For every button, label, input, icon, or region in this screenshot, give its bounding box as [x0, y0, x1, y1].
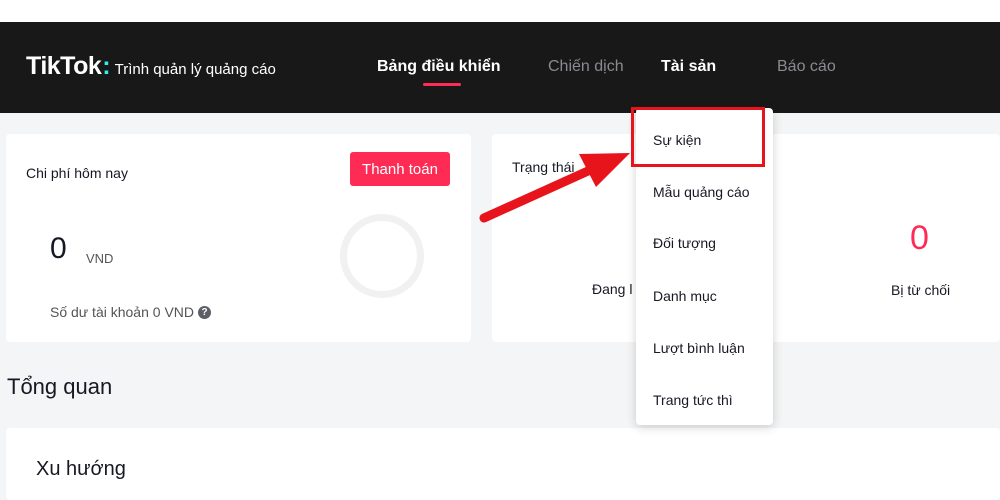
menu-item-catalogs[interactable]: Danh mục [653, 288, 717, 304]
tab-dashboard[interactable]: Bảng điều khiển [377, 58, 501, 76]
top-margin [0, 0, 1000, 22]
tab-campaigns[interactable]: Chiến dịch [548, 58, 624, 76]
active-tab-indicator [423, 83, 461, 86]
trend-card: Xu hướng [6, 428, 1000, 500]
spend-card-title: Chi phí hôm nay [26, 165, 128, 181]
overview-heading: Tổng quan [7, 374, 113, 399]
spend-today-card: Chi phí hôm nay Thanh toán 0 VND Số dư t… [6, 134, 471, 342]
account-balance: Số dư tài khoản 0 VND ? [50, 304, 212, 320]
spend-ring-chart [340, 214, 424, 298]
account-balance-text: Số dư tài khoản 0 VND [50, 304, 195, 320]
status-card-title: Trạng thái q [512, 159, 646, 175]
status-card-title-head: Trạng thái [512, 159, 575, 175]
product-name: Trình quản lý quảng cáo [114, 61, 276, 78]
spend-currency: VND [86, 251, 114, 266]
help-icon[interactable]: ? [198, 305, 212, 319]
menu-item-audiences[interactable]: Đối tượng [653, 235, 716, 251]
tab-reports[interactable]: Báo cáo [777, 58, 836, 76]
rejected-count: 0 [910, 219, 929, 257]
tiktok-logo[interactable]: TikTok : Trình quản lý quảng cáo [26, 52, 276, 81]
logo-wordmark: TikTok [26, 52, 102, 80]
trend-heading: Xu hướng [36, 458, 126, 480]
menu-item-instant-pages[interactable]: Trang tức thì [653, 392, 733, 408]
menu-item-comments[interactable]: Lượt bình luận [653, 340, 745, 356]
top-navbar: TikTok : Trình quản lý quảng cáo Bảng đi… [0, 22, 1000, 113]
rejected-label: Bị từ chối [891, 282, 951, 298]
logo-colon: : [102, 52, 111, 80]
spend-amount: 0 [50, 232, 67, 265]
status-active-label: Đang l [592, 281, 633, 297]
pay-button[interactable]: Thanh toán [350, 152, 450, 186]
annotation-highlight-box [631, 107, 765, 167]
tab-assets[interactable]: Tài sản [661, 58, 716, 76]
menu-item-creative-templates[interactable]: Mẫu quảng cáo [653, 184, 750, 200]
